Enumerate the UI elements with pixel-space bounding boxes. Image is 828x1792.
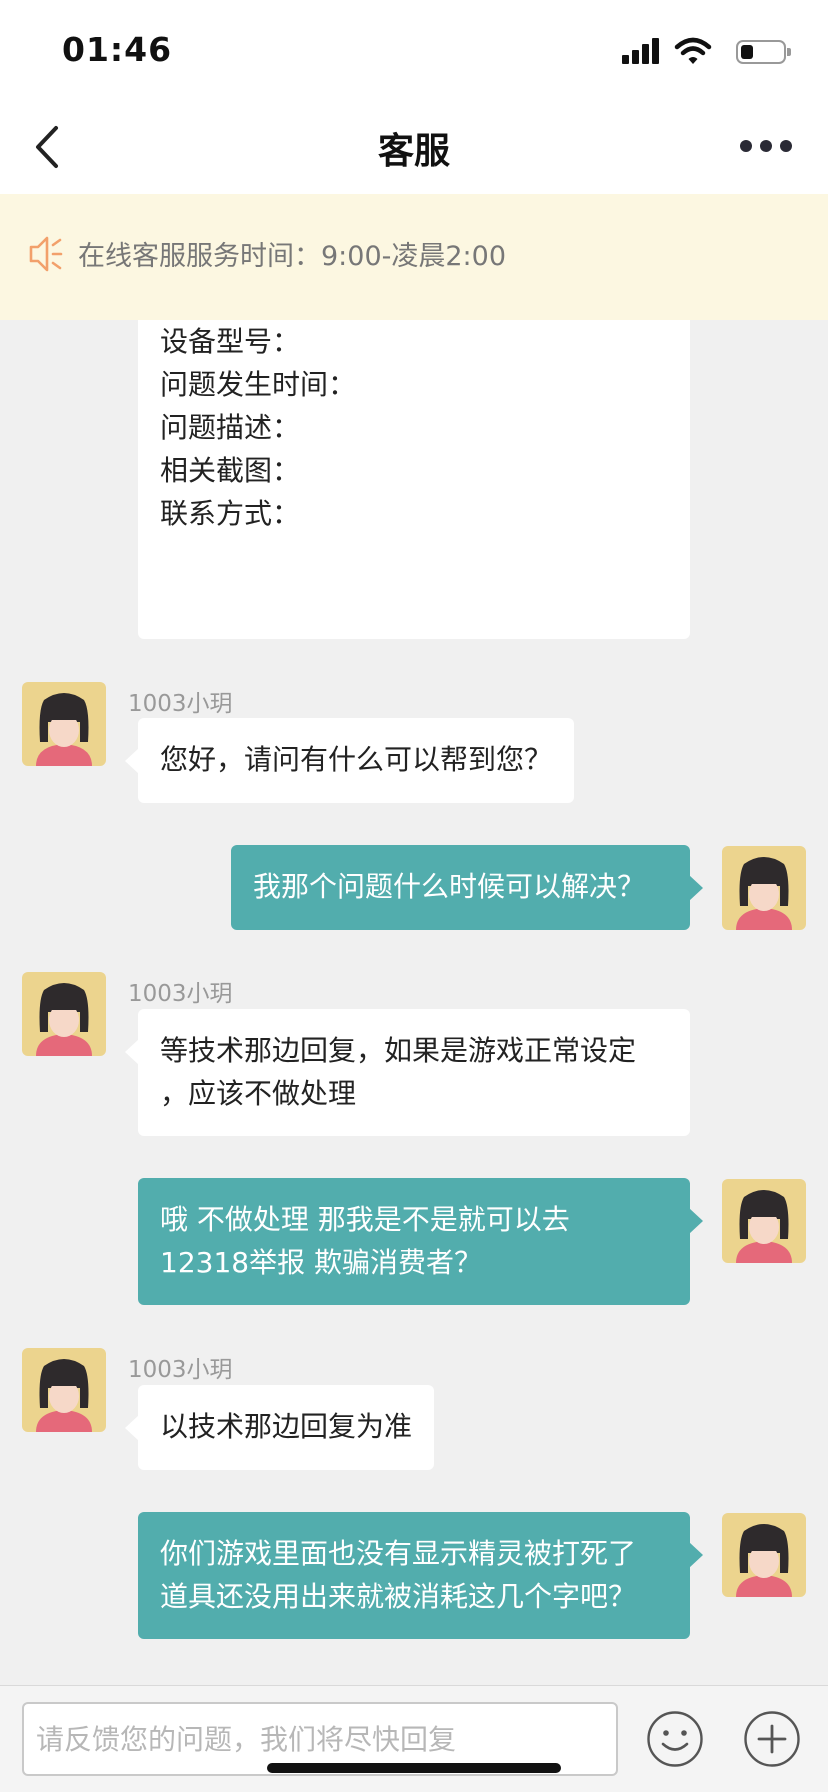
user-avatar[interactable] (722, 1513, 806, 1597)
plus-icon[interactable] (743, 1710, 801, 1768)
agent-name: 1003小玥 (128, 981, 233, 1007)
service-hours-notice: 在线客服服务时间：9:00-凌晨2:00 (0, 194, 828, 320)
smiley-icon[interactable] (646, 1710, 704, 1768)
message-text: 您好，请问有什么可以帮到您？ (160, 743, 553, 776)
bubble-tail (125, 1039, 139, 1065)
form-field-contact: 联系方式： (160, 497, 301, 530)
notice-text: 在线客服服务时间：9:00-凌晨2:00 (78, 241, 507, 272)
message-text: 道具还没用出来就被消耗这几个字吧？ (160, 1580, 637, 1613)
bubble-tail (689, 1208, 703, 1234)
message-text: 12318举报 欺骗消费者？ (160, 1246, 482, 1279)
message-text: 我那个问题什么时候可以解决？ (253, 870, 646, 903)
agent-name: 1003小玥 (128, 1357, 233, 1383)
message-text: 等技术那边回复，如果是游戏正常设定 (160, 1034, 637, 1067)
message-text: 哦 不做处理 那我是不是就可以去 (160, 1203, 570, 1236)
form-field-screenshot: 相关截图： (160, 454, 301, 487)
message-text: ，应该不做处理 (160, 1077, 357, 1110)
agent-name: 1003小玥 (128, 691, 233, 717)
agent-message-bubble[interactable]: 您好，请问有什么可以帮到您？ (125, 718, 575, 803)
bubble-tail (125, 1415, 139, 1441)
page-title: 客服 (377, 131, 450, 172)
form-field-description: 问题描述： (160, 411, 301, 444)
home-indicator[interactable] (267, 1763, 561, 1773)
bubble-tail (125, 748, 139, 774)
status-bar: 01:46 (0, 0, 828, 100)
chat-area[interactable]: 设备型号： 问题发生时间： 问题描述： 相关截图： 联系方式： 1003小玥 您… (0, 320, 828, 1685)
wifi-icon (674, 37, 712, 64)
agent-message-bubble[interactable]: 以技术那边回复为准 (125, 1385, 435, 1470)
user-message-bubble[interactable]: 哦 不做处理 那我是不是就可以去 12318举报 欺骗消费者？ (138, 1178, 703, 1305)
speaker-icon (29, 236, 63, 272)
user-message-bubble[interactable]: 你们游戏里面也没有显示精灵被打死了 道具还没用出来就被消耗这几个字吧？ (138, 1512, 703, 1639)
signal-icon (622, 36, 662, 66)
bubble-tail (689, 875, 703, 901)
input-bar (0, 1685, 828, 1792)
agent-avatar[interactable] (22, 1348, 106, 1432)
user-avatar[interactable] (722, 846, 806, 930)
nav-bar: 客服 (0, 100, 828, 194)
message-text: 你们游戏里面也没有显示精灵被打死了 (160, 1537, 637, 1570)
more-dots-icon[interactable] (740, 130, 792, 160)
agent-avatar[interactable] (22, 972, 106, 1056)
status-time: 01:46 (62, 30, 173, 69)
message-text: 以技术那边回复为准 (160, 1410, 413, 1443)
form-field-time: 问题发生时间： (160, 368, 357, 401)
agent-avatar[interactable] (22, 682, 106, 766)
user-message-bubble[interactable]: 我那个问题什么时候可以解决？ (231, 845, 703, 930)
form-field-device-model: 设备型号： (160, 325, 301, 358)
user-avatar[interactable] (722, 1179, 806, 1263)
agent-message-bubble[interactable]: 设备型号： 问题发生时间： 问题描述： 相关截图： 联系方式： (138, 320, 690, 639)
battery-icon (736, 40, 791, 64)
agent-message-bubble[interactable]: 等技术那边回复，如果是游戏正常设定 ，应该不做处理 (125, 1009, 690, 1136)
bubble-tail (689, 1542, 703, 1568)
